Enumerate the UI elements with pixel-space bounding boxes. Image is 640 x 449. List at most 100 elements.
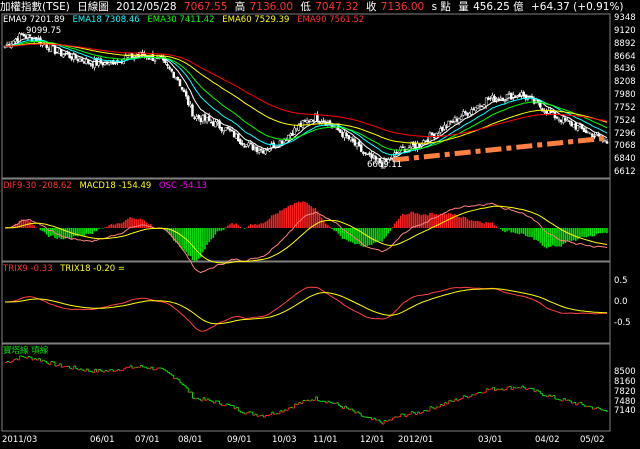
osc-bar [95,228,98,232]
osc-bar [316,211,319,228]
candle-body [84,58,88,64]
candle-body [201,115,205,122]
ema-lines [4,36,608,160]
candle-body [572,124,575,128]
tower-tick: 8160 [614,377,636,388]
candle-body [312,119,315,122]
candle-body [582,127,586,133]
candle-body [301,120,305,128]
x-tick: 07/01 [135,435,160,445]
tower-line [5,355,608,425]
osc-bar [397,219,400,228]
x-tick: 10/03 [272,435,297,445]
candle-body [153,60,157,62]
osc-bar [587,228,590,237]
candle-body [489,97,492,100]
osc-bar [574,228,577,241]
candle-body [62,54,65,58]
candle-body [418,143,421,147]
panel-frame-trix [1,261,611,344]
osc-bar [229,224,231,228]
candle-body [166,64,169,66]
price-tick: 9120 [614,25,636,36]
trix9-line [4,286,608,332]
candle-body [216,121,219,124]
candle-body [545,110,548,114]
osc-bar [214,228,217,235]
osc-bar [262,223,265,228]
candle-body [491,95,494,99]
osc-bar [462,216,465,228]
osc-bar [460,217,462,228]
osc-bar [125,219,127,228]
candle-body [353,139,357,146]
osc-bar [529,228,531,237]
osc-bar [602,228,604,234]
osc-bar [581,228,583,237]
osc-bar [502,228,504,231]
candle-body [91,63,94,67]
candle-body [555,116,559,119]
osc-bar [391,227,394,228]
osc-bar [472,220,475,228]
candle-body [464,111,467,114]
candle-body [253,147,257,149]
osc-bar [218,228,221,231]
osc-bar [231,223,233,228]
osc-bar [139,218,142,228]
osc-bar [247,225,250,228]
candle-body [562,116,565,123]
osc-bar [225,227,227,228]
osc-bar [72,228,75,237]
osc-bar [481,222,483,228]
candle-body [439,128,442,133]
osc-bar [420,215,423,228]
osc-bar [412,211,415,228]
osc-bar [129,217,131,228]
candle-body [203,114,207,121]
osc-bar [535,228,537,241]
osc-bar [377,228,379,242]
candle-body [280,140,284,144]
candle-body [199,117,203,123]
osc-bar [85,228,88,234]
dif-label: DIF9-30 -208.62 [3,181,72,191]
candle-body [341,132,344,137]
candle-body [47,48,50,51]
osc-bar [399,215,402,228]
candle-body [180,86,184,90]
candle-body [80,58,84,62]
ema30-label: EMA30 7411.42 [147,15,215,25]
osc-bar [345,228,348,241]
candle-body [82,61,86,64]
candle-body [468,113,471,117]
osc-bar [464,217,467,228]
candle-body [187,96,190,105]
price-tick: 6612 [614,167,636,177]
candle-body [559,119,563,123]
candle-body [59,49,63,56]
candle-body [445,126,448,129]
osc-bar [395,221,398,228]
candle-body [97,59,100,66]
x-tick: 03/01 [478,435,503,445]
candle-body [87,60,90,64]
osc-bar [539,228,542,244]
osc-bar [452,214,454,228]
osc-bar [206,228,208,245]
osc-bar [606,228,608,234]
candle-body [595,134,598,136]
osc-bar [254,224,256,228]
x-tick: 09/01 [227,435,252,445]
osc-bar [258,224,260,228]
osc-bar [50,228,52,236]
osc-bar [252,224,254,228]
candle-body [257,150,261,153]
osc-bar [235,223,238,228]
osc-bar [181,228,183,250]
candle-body [543,111,546,113]
osc-bar [191,228,194,261]
osc-bar [370,228,373,245]
x-tick: 11/01 [313,435,338,445]
osc-bar [483,223,485,228]
